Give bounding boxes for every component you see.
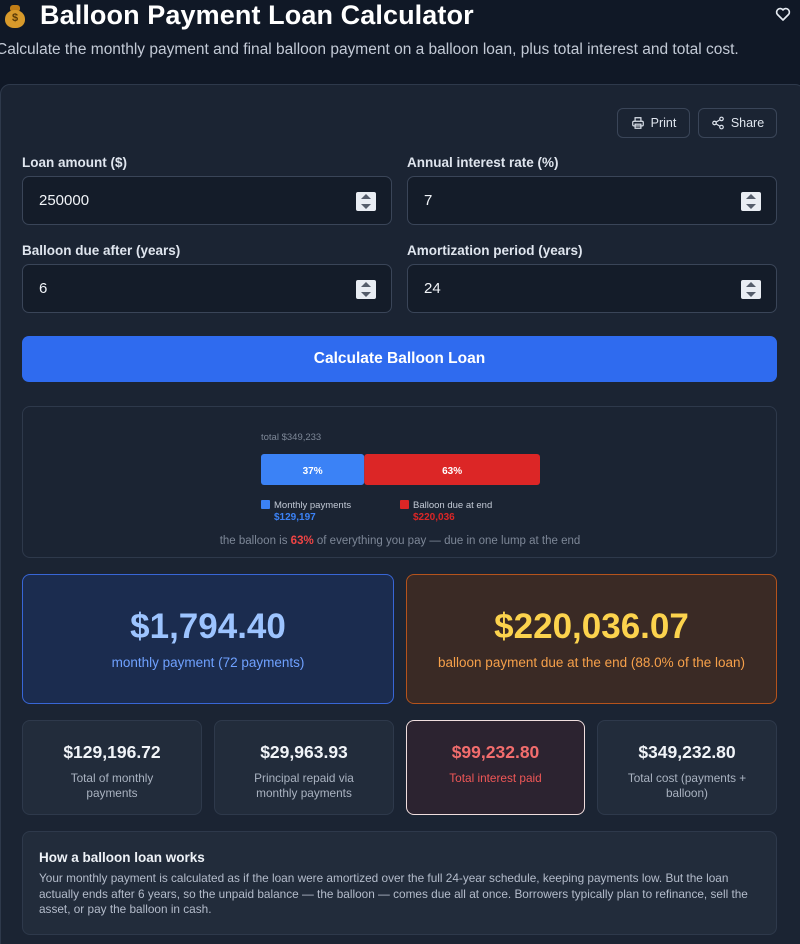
stat-value: $129,196.72 <box>63 742 161 762</box>
stat-desc: Principal repaid via monthly payments <box>254 771 354 800</box>
balloon-due-input[interactable] <box>39 280 339 297</box>
calculate-button[interactable]: Calculate Balloon Loan <box>22 336 777 382</box>
chart-total-label: total $349,233 <box>261 432 321 443</box>
title-row: $ Balloon Payment Loan Calculator <box>4 0 474 31</box>
stat-principal-repaid: $29,963.93 Principal repaid via monthly … <box>214 720 394 815</box>
interest-rate-input[interactable] <box>424 192 724 209</box>
bar-monthly-percent: 37% <box>303 466 323 477</box>
interest-rate-label: Annual interest rate (%) <box>407 155 559 170</box>
print-label: Print <box>650 116 677 130</box>
balloon-payment-desc: balloon payment due at the end (88.0% of… <box>438 654 745 670</box>
stepper-icon[interactable] <box>356 280 376 299</box>
legend-label-monthly: Monthly payments <box>274 500 351 511</box>
stat-total-monthly: $129,196.72 Total of monthly payments <box>22 720 202 815</box>
share-icon <box>711 116 724 130</box>
legend-swatch-balloon <box>400 500 409 509</box>
legend-value-monthly: $129,197 <box>274 512 316 523</box>
amortization-input[interactable] <box>424 280 724 297</box>
stat-value: $349,232.80 <box>638 742 736 762</box>
print-button[interactable]: Print <box>617 108 690 138</box>
stepper-icon[interactable] <box>741 280 761 299</box>
loan-amount-input[interactable] <box>39 192 339 209</box>
info-title: How a balloon loan works <box>39 850 205 865</box>
monthly-payment-desc: monthly payment (72 payments) <box>111 654 305 670</box>
bar-balloon-percent: 63% <box>442 466 462 477</box>
info-box: How a balloon loan works Your monthly pa… <box>22 831 777 935</box>
stat-desc: Total interest paid <box>449 771 542 785</box>
stat-total-cost: $349,232.80 Total cost (payments + ballo… <box>597 720 777 815</box>
page-subtitle: Calculate the monthly payment and final … <box>0 41 739 58</box>
breakdown-chart: total $349,233 37% 63% Monthly payments … <box>22 406 777 558</box>
breakdown-chart-svg: total $349,233 37% 63% Monthly payments … <box>220 432 581 547</box>
loan-amount-field[interactable] <box>22 176 392 225</box>
legend-label-balloon: Balloon due at end <box>413 500 492 511</box>
stepper-icon[interactable] <box>741 192 761 211</box>
info-text: Your monthly payment is calculated as if… <box>39 871 748 916</box>
stepper-icon[interactable] <box>356 192 376 211</box>
share-button[interactable]: Share <box>698 108 777 138</box>
balloon-due-field[interactable] <box>22 264 392 313</box>
stat-total-interest: $99,232.80 Total interest paid <box>406 720 585 815</box>
heart-icon[interactable] <box>774 5 792 23</box>
page-title: Balloon Payment Loan Calculator <box>40 0 474 30</box>
printer-icon <box>631 117 644 129</box>
caption-pre: the balloon is <box>220 535 291 547</box>
chart-caption: the balloon is 63% of everything you pay… <box>220 535 581 547</box>
stat-desc: Total cost (payments + balloon) <box>627 771 747 800</box>
share-label: Share <box>730 116 765 130</box>
monthly-payment-card: $1,794.40 monthly payment (72 payments) <box>22 574 394 704</box>
amortization-label: Amortization period (years) <box>407 243 583 258</box>
stat-desc: Total of monthly payments <box>70 771 154 800</box>
monthly-payment-value: $1,794.40 <box>130 606 286 646</box>
caption-post: of everything you pay — due in one lump … <box>314 535 581 547</box>
loan-amount-label: Loan amount ($) <box>22 155 127 170</box>
stat-value: $99,232.80 <box>451 742 540 762</box>
balloon-payment-value: $220,036.07 <box>494 606 689 646</box>
stat-value: $29,963.93 <box>260 742 348 762</box>
balloon-due-label: Balloon due after (years) <box>22 243 181 258</box>
amortization-field[interactable] <box>407 264 777 313</box>
interest-rate-field[interactable] <box>407 176 777 225</box>
page-header: $ Balloon Payment Loan Calculator Calcul… <box>0 0 800 84</box>
caption-highlight: 63% <box>291 535 314 547</box>
money-bag-icon: $ <box>4 3 26 29</box>
legend-swatch-monthly <box>261 500 270 509</box>
legend-value-balloon: $220,036 <box>413 512 455 523</box>
balloon-payment-card: $220,036.07 balloon payment due at the e… <box>406 574 777 704</box>
